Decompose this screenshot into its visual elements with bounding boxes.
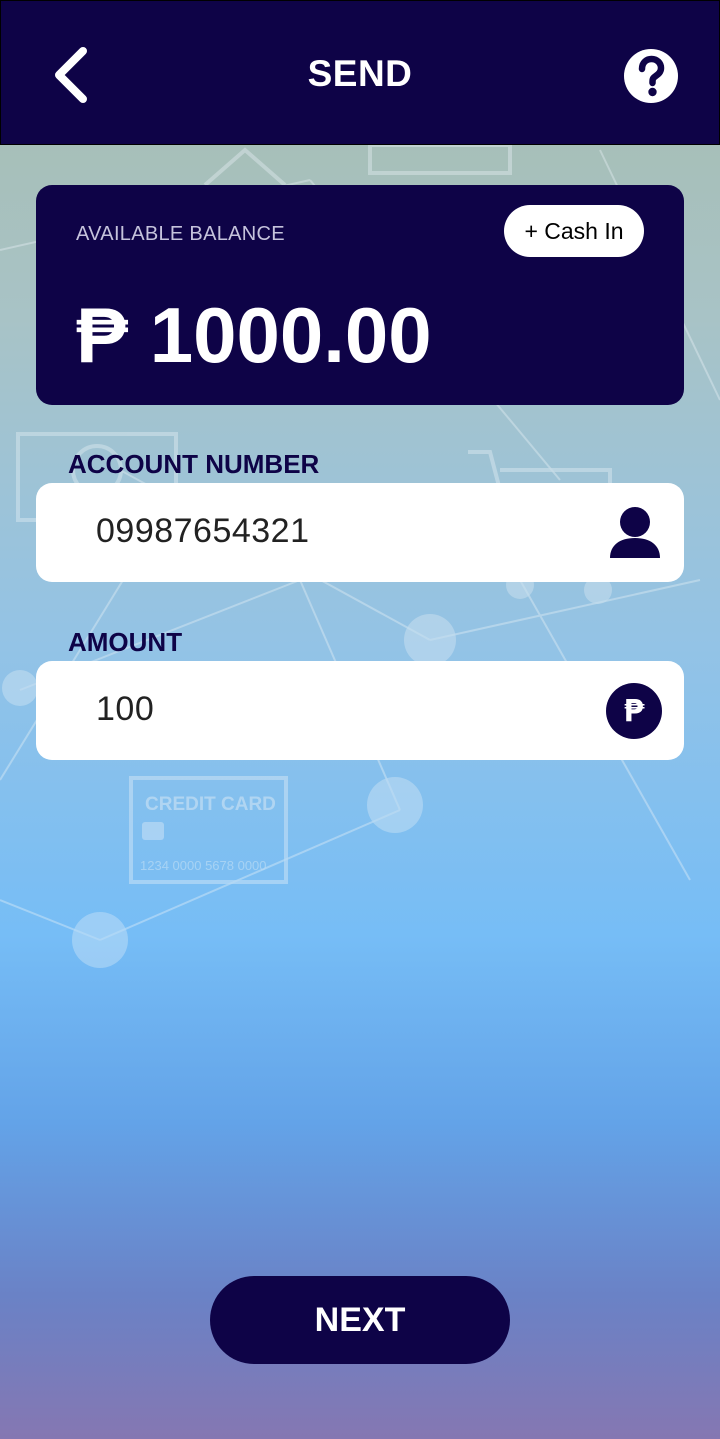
cash-in-button[interactable]: + Cash In — [504, 205, 644, 257]
balance-card: AVAILABLE BALANCE + Cash In ₱ 1000.00 — [36, 185, 684, 405]
amount-label: AMOUNT — [68, 627, 183, 657]
help-button[interactable] — [623, 48, 679, 104]
page-title: SEND — [307, 53, 413, 94]
currency-symbol: ₱ — [76, 291, 129, 379]
question-circle-icon — [624, 49, 678, 103]
account-number-field[interactable]: 09987654321 — [36, 483, 684, 582]
balance-amount: ₱ 1000.00 — [76, 285, 432, 385]
header-bar: SEND — [0, 0, 720, 145]
peso-icon: ₱ — [606, 683, 662, 739]
amount-value: 100 — [96, 690, 155, 728]
balance-value: 1000.00 — [149, 291, 432, 379]
balance-label: AVAILABLE BALANCE — [76, 223, 285, 245]
send-screen: CREDIT CARD 1234 0000 5678 0000 SEND AVA… — [0, 0, 720, 1439]
next-button[interactable]: NEXT — [210, 1276, 510, 1364]
account-number-label: ACCOUNT NUMBER — [68, 449, 320, 479]
background-card-number: 1234 0000 5678 0000 — [140, 858, 267, 873]
person-icon[interactable] — [608, 505, 662, 561]
background-card-text: CREDIT CARD — [145, 794, 276, 815]
amount-field[interactable]: 100 ₱ — [36, 661, 684, 760]
account-number-value: 09987654321 — [96, 512, 310, 550]
svg-text:₱: ₱ — [624, 694, 645, 729]
